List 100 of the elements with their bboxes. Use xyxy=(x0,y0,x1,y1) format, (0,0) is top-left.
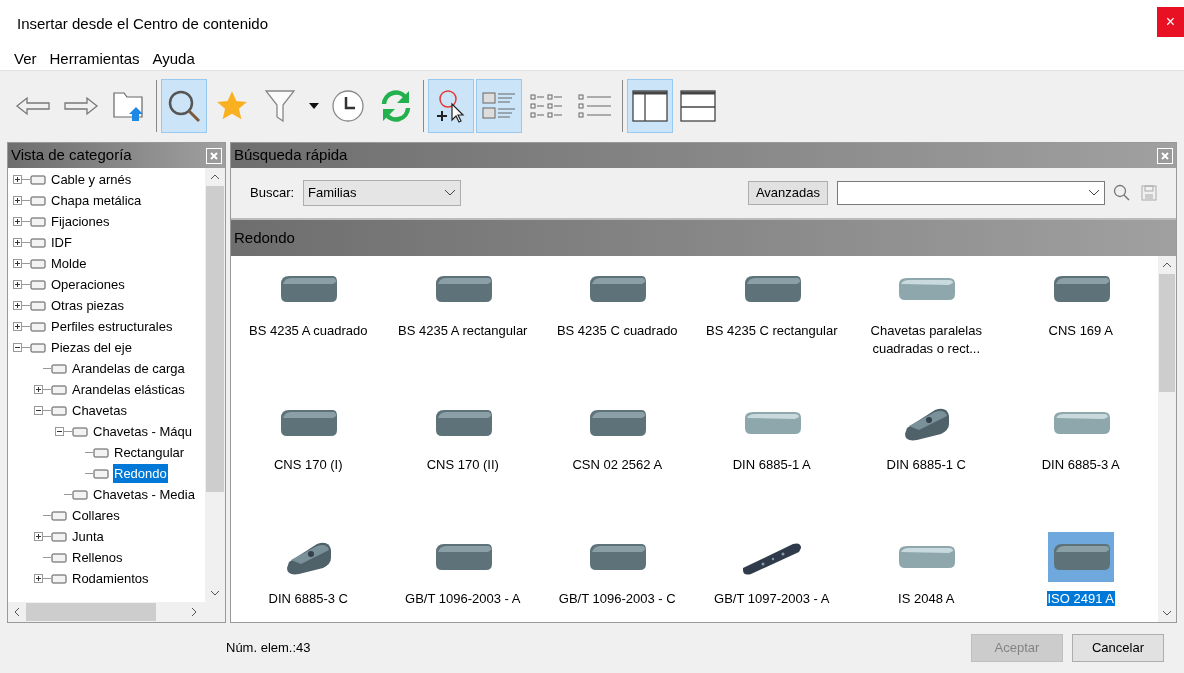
expand-toggle[interactable] xyxy=(12,280,22,289)
part-icon xyxy=(30,277,46,292)
tree-item[interactable]: Chavetas - Máqu xyxy=(92,421,193,442)
vertical-scrollbar[interactable] xyxy=(205,168,225,602)
tree-item[interactable]: Cable y arnés xyxy=(50,169,133,190)
result-item[interactable]: DIN 6885-1 C xyxy=(856,456,997,474)
expand-toggle[interactable] xyxy=(12,217,22,226)
tree-item[interactable]: Rellenos xyxy=(71,547,124,568)
horizontal-scrollbar[interactable] xyxy=(8,602,225,622)
result-item[interactable]: IS 2048 A xyxy=(856,590,997,608)
search-scope-dropdown[interactable]: Familias xyxy=(303,180,462,206)
close-panel-button[interactable] xyxy=(206,147,222,164)
part-icon xyxy=(30,340,46,355)
vertical-scrollbar[interactable] xyxy=(1158,256,1176,622)
result-item[interactable]: GB/T 1096-2003 - A xyxy=(392,590,533,608)
collapse-toggle[interactable] xyxy=(12,343,22,352)
expand-toggle[interactable] xyxy=(12,238,22,247)
results-title: Redondo xyxy=(234,227,295,248)
forward-arrow-icon xyxy=(63,95,99,116)
expand-toggle[interactable] xyxy=(33,532,43,541)
tree-item[interactable]: Chavetas xyxy=(71,400,128,421)
part-icon xyxy=(30,193,46,208)
part-icon xyxy=(51,529,67,544)
expand-toggle[interactable] xyxy=(12,196,22,205)
result-item[interactable]: BS 4235 C rectangular xyxy=(701,322,842,340)
part-icon xyxy=(30,319,46,334)
result-item[interactable]: DIN 6885-3 A xyxy=(1010,456,1151,474)
list-view-icon xyxy=(578,92,612,119)
search-label: Buscar: xyxy=(250,184,295,203)
menu-item[interactable]: Ayuda xyxy=(147,47,200,71)
dialog-button[interactable]: Cancelar xyxy=(1072,634,1164,662)
expand-toggle[interactable] xyxy=(12,322,22,331)
small-icons-view-icon xyxy=(530,92,564,119)
part-icon xyxy=(30,235,46,250)
part-icon xyxy=(30,298,46,313)
tree-item[interactable]: Rodamientos xyxy=(71,568,150,589)
result-item[interactable]: ISO 2491 A xyxy=(1010,590,1151,608)
result-item[interactable]: CSN 02 2562 A xyxy=(547,456,688,474)
tree-item[interactable]: Piezas del eje xyxy=(50,337,133,358)
part-icon xyxy=(51,382,67,397)
close-panel-button[interactable] xyxy=(1157,147,1173,164)
result-item[interactable]: DIN 6885-1 A xyxy=(701,456,842,474)
back-arrow-icon xyxy=(15,95,51,116)
panel-title: Búsqueda rápida xyxy=(234,145,348,166)
result-item[interactable]: BS 4235 A rectangular xyxy=(392,322,533,340)
collapse-toggle[interactable] xyxy=(54,427,64,436)
expand-toggle[interactable] xyxy=(12,259,22,268)
tree-item[interactable]: Fijaciones xyxy=(50,211,111,232)
expand-toggle[interactable] xyxy=(33,385,43,394)
tree-item[interactable]: Otras piezas xyxy=(50,295,125,316)
tree-item[interactable]: Chavetas - Media xyxy=(92,484,196,505)
menu-item[interactable]: Herramientas xyxy=(44,47,145,71)
tree-item[interactable]: Redondo xyxy=(113,463,168,484)
search-icon[interactable] xyxy=(1113,184,1131,202)
part-icon xyxy=(51,571,67,586)
chevron-down-icon xyxy=(444,189,457,197)
details-view-icon xyxy=(482,90,516,121)
result-item[interactable]: GB/T 1097-2003 - A xyxy=(701,590,842,608)
part-icon xyxy=(51,508,67,523)
clock-icon xyxy=(331,88,365,123)
tree-item[interactable]: Perfiles estructurales xyxy=(50,316,174,337)
tree-item[interactable]: Arandelas elásticas xyxy=(71,379,186,400)
expand-toggle[interactable] xyxy=(33,574,43,583)
tree-item[interactable]: Junta xyxy=(71,526,105,547)
result-item[interactable]: BS 4235 A cuadrado xyxy=(238,322,379,340)
toolbar-button[interactable] xyxy=(428,78,474,133)
result-item[interactable]: Chavetas paralelas cuadradas o rect... xyxy=(856,322,997,358)
part-icon xyxy=(51,550,67,565)
part-icon xyxy=(51,361,67,376)
tree-item[interactable]: Operaciones xyxy=(50,274,126,295)
tree-item[interactable]: Collares xyxy=(71,505,121,526)
expand-toggle[interactable] xyxy=(12,175,22,184)
part-icon xyxy=(51,403,67,418)
result-item[interactable]: CNS 170 (II) xyxy=(392,456,533,474)
part-icon xyxy=(93,445,109,460)
window-title: Insertar desde el Centro de contenido xyxy=(17,13,268,34)
collapse-toggle[interactable] xyxy=(33,406,43,415)
advanced-button[interactable]: Avanzadas xyxy=(747,181,828,205)
filter-icon xyxy=(264,87,296,124)
tree-item[interactable]: Rectangular xyxy=(113,442,186,463)
result-item[interactable]: DIN 6885-3 C xyxy=(238,590,379,608)
tree-item[interactable]: Arandelas de carga xyxy=(71,358,186,379)
part-icon xyxy=(30,172,46,187)
tree-item[interactable]: Molde xyxy=(50,253,88,274)
expand-toggle[interactable] xyxy=(12,301,22,310)
chevron-down-icon[interactable] xyxy=(1088,189,1100,197)
tree-item[interactable]: Chapa metálica xyxy=(50,190,143,211)
toolbar-button[interactable] xyxy=(627,78,673,133)
part-icon xyxy=(72,424,88,439)
part-icon xyxy=(93,466,109,481)
search-field[interactable] xyxy=(837,181,1105,205)
close-button[interactable]: × xyxy=(1157,7,1184,37)
two-pane-layout-icon xyxy=(632,89,668,122)
part-icon xyxy=(30,214,46,229)
result-item[interactable]: CNS 169 A xyxy=(1010,322,1151,340)
result-item[interactable]: CNS 170 (I) xyxy=(238,456,379,474)
result-item[interactable]: GB/T 1096-2003 - C xyxy=(547,590,688,608)
result-item[interactable]: BS 4235 C cuadrado xyxy=(547,322,688,340)
menu-item[interactable]: Ver xyxy=(9,47,42,71)
tree-item[interactable]: IDF xyxy=(50,232,73,253)
